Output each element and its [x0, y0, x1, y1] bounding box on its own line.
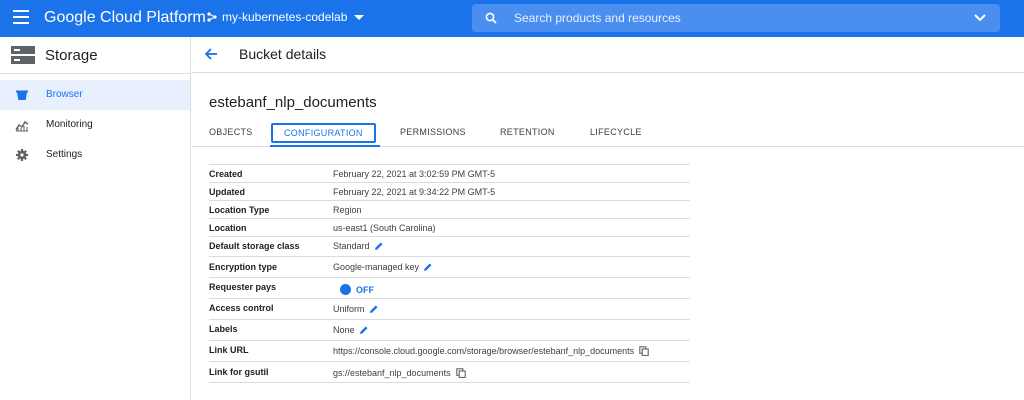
config-row-storage-class: Default storage class Standard	[209, 236, 690, 256]
toggle-state-label: OFF	[356, 284, 374, 295]
project-nodes-icon	[207, 12, 217, 22]
edit-pencil-icon[interactable]	[369, 304, 379, 314]
config-key: Link URL	[209, 345, 249, 355]
config-row-location-type: Location Type Region	[209, 200, 690, 218]
sidebar-item-settings[interactable]: Settings	[0, 140, 190, 170]
config-row-location: Location us-east1 (South Carolina)	[209, 218, 690, 236]
config-row-labels: Labels None	[209, 319, 690, 340]
config-key: Location Type	[209, 205, 270, 215]
tab-lifecycle[interactable]: LIFECYCLE	[590, 127, 642, 137]
tab-retention[interactable]: RETENTION	[500, 127, 555, 137]
gear-icon	[16, 149, 28, 161]
sidebar-header: Storage	[0, 37, 190, 74]
gsutil-value: gs://estebanf_nlp_documents	[333, 368, 451, 378]
sidebar-item-monitoring[interactable]: Monitoring	[0, 110, 190, 140]
link-url-value[interactable]: https://console.cloud.google.com/storage…	[333, 346, 634, 356]
monitoring-chart-icon	[15, 120, 29, 132]
config-value: February 22, 2021 at 9:34:22 PM GMT-5	[333, 187, 496, 197]
config-value: gs://estebanf_nlp_documents	[333, 368, 466, 378]
tab-objects[interactable]: OBJECTS	[209, 127, 253, 137]
search-placeholder: Search products and resources	[514, 11, 681, 25]
sidebar-title: Storage	[45, 47, 98, 64]
config-value-text: Google-managed key	[333, 262, 420, 272]
toggle-knob	[340, 284, 351, 295]
config-value: https://console.cloud.google.com/storage…	[333, 346, 649, 356]
active-tab-indicator	[270, 145, 380, 147]
config-value: Google-managed key	[333, 262, 433, 272]
requester-pays-toggle[interactable]: OFF	[340, 284, 374, 295]
top-app-bar: Google Cloud Platform my-kubernetes-code…	[0, 0, 1024, 37]
brand-title[interactable]: Google Cloud Platform	[44, 9, 206, 27]
back-arrow-icon[interactable]	[204, 47, 218, 61]
config-key: Access control	[209, 303, 274, 313]
copy-icon[interactable]	[455, 368, 466, 378]
sidebar: Storage Browser Monitoring Settings	[0, 37, 191, 400]
config-value: None	[333, 325, 369, 335]
config-key: Labels	[209, 324, 238, 334]
menu-icon[interactable]	[13, 10, 29, 24]
config-row-access-control: Access control Uniform	[209, 298, 690, 319]
config-value-text: None	[333, 325, 355, 335]
config-key: Created	[209, 169, 243, 179]
config-key: Link for gsutil	[209, 367, 269, 377]
bucket-icon	[16, 90, 28, 100]
config-key: Location	[209, 223, 247, 233]
tab-bar: OBJECTS CONFIGURATION PERMISSIONS RETENT…	[192, 121, 1024, 147]
config-value: February 22, 2021 at 3:02:59 PM GMT-5	[333, 169, 496, 179]
sidebar-item-browser[interactable]: Browser	[0, 80, 190, 110]
config-row-created: Created February 22, 2021 at 3:02:59 PM …	[209, 164, 690, 182]
caret-down-icon	[354, 14, 365, 20]
config-value-text: Standard	[333, 241, 370, 251]
config-row-link-url: Link URL https://console.cloud.google.co…	[209, 340, 690, 361]
config-value: us-east1 (South Carolina)	[333, 223, 436, 233]
chevron-down-icon[interactable]	[974, 13, 986, 23]
configuration-table: Created February 22, 2021 at 3:02:59 PM …	[209, 164, 690, 383]
config-key: Updated	[209, 187, 245, 197]
search-box[interactable]: Search products and resources	[472, 4, 1000, 32]
config-key: Encryption type	[209, 262, 278, 272]
config-row-gsutil: Link for gsutil gs://estebanf_nlp_docume…	[209, 361, 690, 383]
config-key: Default storage class	[209, 241, 300, 251]
edit-pencil-icon[interactable]	[374, 241, 384, 251]
tab-configuration[interactable]: CONFIGURATION	[271, 123, 376, 143]
config-value: Standard	[333, 241, 384, 251]
bucket-name: estebanf_nlp_documents	[209, 94, 377, 111]
config-row-updated: Updated February 22, 2021 at 9:34:22 PM …	[209, 182, 690, 200]
sidebar-item-label: Monitoring	[46, 119, 93, 130]
config-value: OFF	[333, 284, 374, 295]
main-content: Bucket details estebanf_nlp_documents OB…	[192, 37, 1024, 400]
copy-icon[interactable]	[639, 346, 649, 356]
project-selector[interactable]: my-kubernetes-codelab	[207, 10, 365, 24]
sidebar-item-label: Settings	[46, 149, 83, 160]
page-title: Bucket details	[239, 46, 327, 62]
config-value: Uniform	[333, 304, 379, 314]
config-value: Region	[333, 205, 362, 215]
project-name: my-kubernetes-codelab	[222, 10, 348, 24]
search-icon	[485, 12, 497, 24]
config-row-requester-pays: Requester pays OFF	[209, 277, 690, 298]
config-row-encryption: Encryption type Google-managed key	[209, 256, 690, 277]
edit-pencil-icon[interactable]	[423, 262, 433, 272]
storage-icon	[11, 46, 35, 64]
config-key: Requester pays	[209, 282, 277, 292]
edit-pencil-icon[interactable]	[359, 325, 369, 335]
config-value-text: Uniform	[333, 304, 365, 314]
tab-permissions[interactable]: PERMISSIONS	[400, 127, 466, 137]
sidebar-item-label: Browser	[46, 89, 83, 100]
page-header: Bucket details	[192, 37, 1024, 73]
